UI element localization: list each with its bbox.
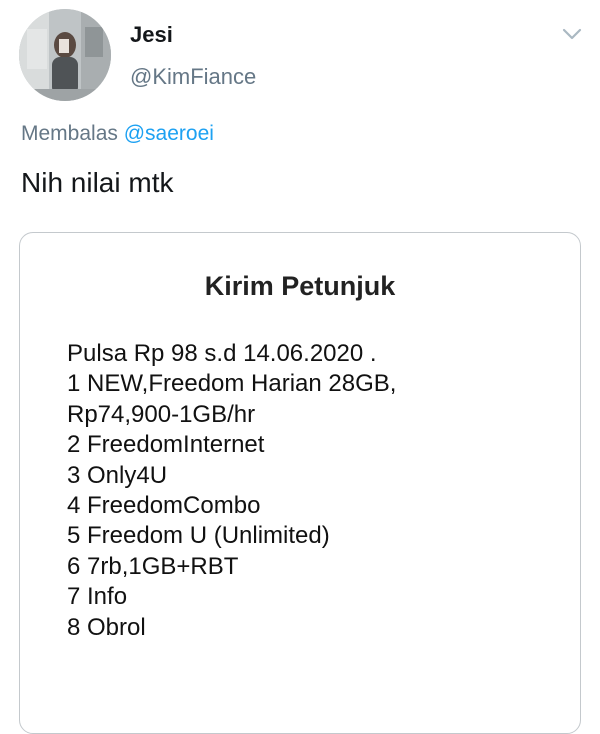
media-line: 4 FreedomCombo — [67, 492, 261, 520]
media-image[interactable]: Kirim Petunjuk Pulsa Rp 98 s.d 14.06.202… — [19, 232, 581, 734]
user-handle[interactable]: @KimFiance — [130, 64, 256, 90]
media-line: 3 Only4U — [67, 461, 168, 489]
tweet-text: Nih nilai mtk — [21, 167, 174, 198]
avatar-photo — [19, 9, 111, 101]
media-line: 2 FreedomInternet — [67, 431, 265, 459]
chevron-down-icon[interactable] — [560, 22, 584, 46]
reply-mention-link[interactable]: @saeroei — [124, 122, 214, 145]
media-line: Pulsa Rp 98 s.d 14.06.2020 . — [67, 340, 377, 367]
media-line: Rp74,900-1GB/hr — [67, 400, 256, 428]
media-line: 8 Obrol — [67, 613, 146, 641]
media-line: 5 Freedom U (Unlimited) — [67, 522, 330, 550]
media-line: 6 7rb,1GB+RBT — [67, 552, 239, 580]
avatar[interactable] — [19, 9, 111, 101]
media-line: 7 Info — [67, 583, 128, 611]
reply-context: Membalas @saeroei — [21, 122, 214, 146]
display-name[interactable]: Jesi — [130, 22, 173, 48]
media-menu-list: Pulsa Rp 98 s.d 14.06.2020 . 1 NEW,Freed… — [67, 339, 396, 643]
reply-prefix: Membalas — [21, 122, 118, 145]
media-title: Kirim Petunjuk — [204, 271, 396, 301]
media-line: 1 NEW,Freedom Harian 28GB, — [67, 370, 397, 398]
